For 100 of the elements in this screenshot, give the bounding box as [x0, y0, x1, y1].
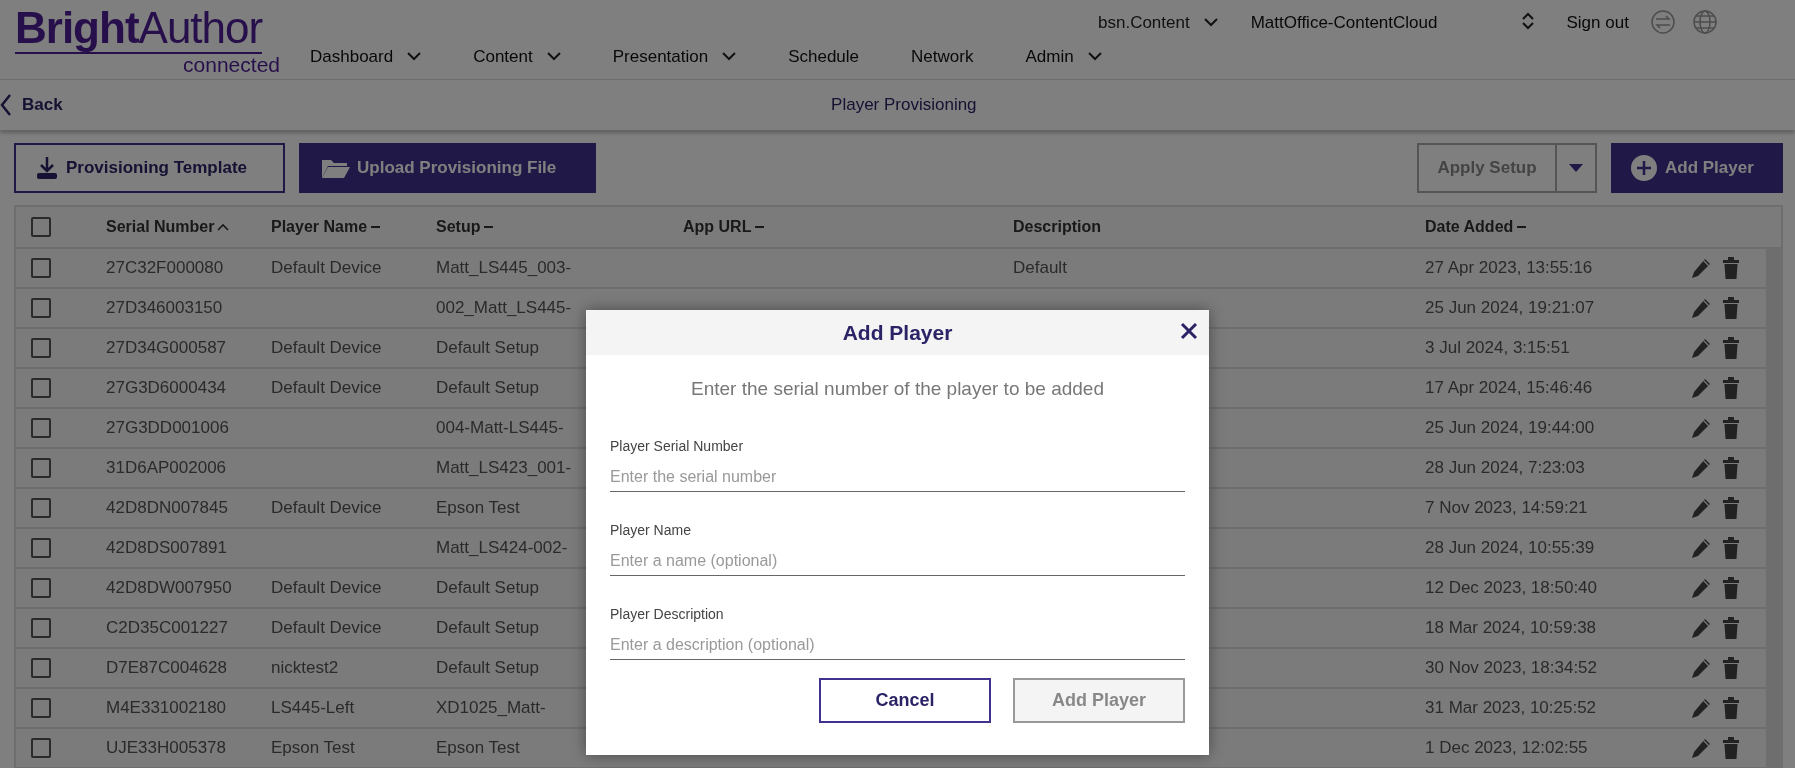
pencil-icon[interactable]: [1690, 617, 1712, 639]
add-player-button[interactable]: Add Player: [1611, 143, 1783, 193]
pencil-icon[interactable]: [1690, 257, 1712, 279]
trash-icon[interactable]: [1722, 257, 1740, 279]
dialog-instructions: Enter the serial number of the player to be added: [690, 377, 1105, 401]
pencil-icon[interactable]: [1690, 537, 1712, 559]
trash-icon[interactable]: [1722, 297, 1740, 319]
up-down-chevron-icon[interactable]: [1522, 12, 1535, 30]
chevron-left-icon: [0, 94, 12, 116]
row-checkbox[interactable]: [31, 698, 51, 718]
nav-menu-item[interactable]: Presentation: [612, 44, 737, 70]
column-header[interactable]: Player Name: [271, 215, 368, 239]
table-cell: 1 Dec 2023, 12:02:55: [1425, 738, 1588, 758]
table-cell: Default Setup: [436, 618, 539, 638]
swap-arrows-icon[interactable]: [1650, 10, 1675, 34]
table-cell: Epson Test: [436, 738, 520, 758]
column-header[interactable]: Serial Number: [106, 215, 215, 239]
row-checkbox[interactable]: [31, 378, 51, 398]
nav-menu-item[interactable]: Network: [911, 44, 974, 70]
plus-circle-icon: [1631, 155, 1657, 181]
account-dropdown[interactable]: bsn.Content: [1098, 10, 1218, 36]
row-checkbox[interactable]: [31, 738, 51, 758]
column-header[interactable]: Description: [1013, 215, 1101, 239]
unsorted-icon[interactable]: [1517, 225, 1527, 229]
row-checkbox[interactable]: [31, 458, 51, 478]
table-cell: LS445-Left: [271, 698, 355, 718]
table-cell: Matt_LS423_001-: [436, 458, 572, 478]
caret-down-icon: [1569, 164, 1583, 172]
trash-icon[interactable]: [1722, 657, 1740, 679]
row-checkbox[interactable]: [31, 298, 51, 318]
trash-icon[interactable]: [1722, 537, 1740, 559]
table-cell: Default Device: [271, 578, 382, 598]
pencil-icon[interactable]: [1690, 697, 1712, 719]
pencil-icon[interactable]: [1690, 417, 1712, 439]
column-header[interactable]: Setup: [436, 215, 481, 239]
row-checkbox[interactable]: [31, 418, 51, 438]
row-checkbox[interactable]: [31, 578, 51, 598]
back-link[interactable]: Back: [0, 92, 63, 118]
trash-icon[interactable]: [1722, 377, 1740, 399]
apply-setup-split-button[interactable]: Apply Setup: [1417, 143, 1597, 193]
table-cell: 18 Mar 2024, 10:59:38: [1425, 618, 1597, 638]
table-cell: 42D8DW007950: [106, 578, 232, 598]
trash-icon[interactable]: [1722, 417, 1740, 439]
globe-icon[interactable]: [1692, 10, 1717, 34]
table-cell: 25 Jun 2024, 19:21:07: [1425, 298, 1595, 318]
cancel-button[interactable]: Cancel: [819, 677, 991, 723]
sort-ascending-icon[interactable]: [217, 223, 230, 231]
pencil-icon[interactable]: [1690, 337, 1712, 359]
table-cell: 31D6AP002006: [106, 458, 227, 478]
column-header[interactable]: Date Added: [1425, 215, 1514, 239]
upload-file-button[interactable]: Upload Provisioning File: [299, 143, 596, 193]
pencil-icon[interactable]: [1690, 457, 1712, 479]
row-checkbox[interactable]: [31, 498, 51, 518]
trash-icon[interactable]: [1722, 737, 1740, 759]
nav-menu-item[interactable]: Schedule: [788, 44, 860, 70]
trash-icon[interactable]: [1722, 337, 1740, 359]
unsorted-icon[interactable]: [755, 225, 765, 229]
dialog-title: Add Player: [842, 319, 953, 346]
pencil-icon[interactable]: [1690, 657, 1712, 679]
trash-icon[interactable]: [1722, 577, 1740, 599]
column-header[interactable]: App URL: [683, 215, 752, 239]
table-cell: 28 Jun 2024, 7:23:03: [1425, 458, 1585, 478]
row-checkbox[interactable]: [31, 538, 51, 558]
unsorted-icon[interactable]: [484, 225, 494, 229]
row-checkbox[interactable]: [31, 618, 51, 638]
trash-icon[interactable]: [1722, 497, 1740, 519]
unsorted-icon[interactable]: [371, 225, 381, 229]
nav-menu-item[interactable]: Dashboard: [310, 44, 422, 70]
table-cell: Matt_LS424-002-: [436, 538, 568, 558]
nav-menu-item[interactable]: Content: [473, 44, 561, 70]
table-cell: 004-Matt-LS445-: [436, 418, 564, 438]
logo-subtitle: connected: [182, 54, 280, 75]
table-cell: Default Device: [271, 378, 382, 398]
trash-icon[interactable]: [1722, 617, 1740, 639]
field-label: Player Description: [610, 604, 725, 624]
pencil-icon[interactable]: [1690, 497, 1712, 519]
table-cell: 42D8DS007891: [106, 538, 227, 558]
table-cell: UJE33H005378: [106, 738, 227, 758]
chevron-down-icon: [1203, 18, 1218, 28]
table-cell: 27G3D6000434: [106, 378, 227, 398]
row-checkbox[interactable]: [31, 338, 51, 358]
nav-menu-item[interactable]: Admin: [1025, 44, 1102, 70]
pencil-icon[interactable]: [1690, 297, 1712, 319]
table-cell: 17 Apr 2024, 15:46:46: [1425, 378, 1593, 398]
row-checkbox[interactable]: [31, 258, 51, 278]
close-icon: [1179, 320, 1199, 341]
row-checkbox[interactable]: [31, 658, 51, 678]
provisioning-template-button[interactable]: Provisioning Template: [14, 143, 285, 193]
pencil-icon[interactable]: [1690, 577, 1712, 599]
table-cell: M4E331002180: [106, 698, 227, 718]
sign-out-link[interactable]: Sign out: [1566, 10, 1629, 36]
select-all-checkbox[interactable]: [31, 217, 51, 237]
pencil-icon[interactable]: [1690, 377, 1712, 399]
trash-icon[interactable]: [1722, 697, 1740, 719]
table-cell: Matt_LS445_003-: [436, 258, 572, 278]
pencil-icon[interactable]: [1690, 737, 1712, 759]
table-cell: Default Setup: [436, 378, 539, 398]
trash-icon[interactable]: [1722, 457, 1740, 479]
table-cell: XD1025_Matt-: [436, 698, 546, 718]
table-cell: Default Setup: [436, 658, 539, 678]
